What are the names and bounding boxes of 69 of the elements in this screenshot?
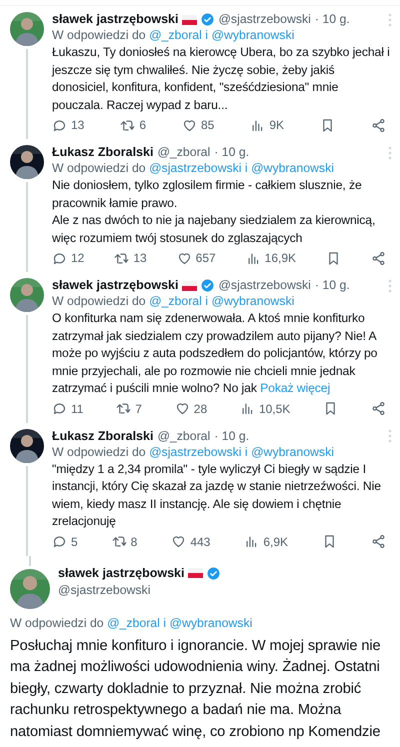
count: 12 — [71, 250, 84, 266]
reply-context: W odpowiedzi do @sjastrzebowski i @wybranowski — [52, 160, 335, 176]
count: 8 — [130, 534, 138, 550]
reply-context: W odpowiedzi do @sjastrzebowski i @wybranowski — [52, 444, 335, 460]
user-name[interactable]: sławek jastrzębowski — [58, 566, 184, 580]
count: 443 — [190, 534, 210, 550]
mention-link[interactable]: @wybranowski — [169, 616, 252, 630]
post-text: Nie doniosłem, tylko zglosilem firmie - całkiem slusznie, że pracownik łamie prawo. Ale z nas dwóch to nie ja najebany siedzialem za kierownicą, więc rozumiem twój stosunek do zglaszających — [52, 177, 376, 246]
share-icon[interactable] — [370, 401, 386, 416]
mention-link[interactable]: @_zboral — [107, 616, 160, 630]
count: 6,9K — [263, 534, 288, 550]
count: 7 — [135, 400, 142, 416]
count: 9K — [269, 117, 284, 133]
user-name[interactable]: sławek jastrzębowski — [52, 278, 178, 293]
mention-link[interactable]: @sjastrzebowski — [149, 444, 242, 458]
post-text: Łukaszu, Ty doniosłeś na kierowcę Ubera, bo za szybko jechał i jeszcze się tym chwaliłeś. Nie życzę sobie, żeby jakiś donosiciel, konfitura, konfident, "sześćdziesiona" mnie pouczala. Raczej wypad z baru... — [52, 44, 391, 114]
speech-bubble-icon[interactable] — [52, 401, 67, 416]
repost-icon[interactable] — [116, 401, 132, 416]
heart-icon[interactable] — [176, 250, 192, 266]
user-handle[interactable]: @sjastrzebowski — [218, 278, 311, 293]
count: 11 — [71, 400, 84, 416]
speech-bubble-icon[interactable] — [52, 534, 67, 549]
user-handle[interactable]: @_zboral — [157, 428, 210, 444]
bar-chart-icon[interactable] — [240, 401, 255, 416]
user-handle[interactable]: @sjastrzebowski — [58, 580, 220, 598]
count: 85 — [200, 117, 214, 133]
mention-link[interactable]: @sjastrzebowski — [149, 161, 242, 175]
post-time: · 10 g. — [314, 12, 350, 27]
post-text: O konfiturka nam się zdenerwowała. A ktoś mnie konfiturko zatrzymał jak siedzialem czy prowadzilem auto pijany? Nie! A może po wyjściu z auta podszedłem do policjantów, którzy po mnie przyjechali, ale po rozmowie nie chcieli mnie jednak zatrzymać i puścili mnie wolno? No jak Pokaż więcej — [52, 310, 378, 397]
speech-bubble-icon[interactable] — [52, 250, 67, 266]
post-time: · 10 g. — [214, 428, 250, 444]
user-name[interactable]: Łukasz Zboralski — [52, 145, 154, 160]
reply-context: W odpowiedzi do @_zboral i @wybranowski — [52, 27, 296, 43]
count: 6 — [139, 117, 146, 133]
count: 16,9K — [264, 250, 296, 266]
reply-context: W odpowiedzi do @_zboral i @wybranowski — [10, 614, 254, 630]
share-icon[interactable] — [370, 118, 386, 132]
mention-link[interactable]: @_zboral — [149, 28, 202, 42]
share-icon[interactable] — [370, 534, 386, 549]
repost-icon[interactable] — [120, 118, 136, 132]
heart-icon[interactable] — [171, 534, 186, 549]
share-icon[interactable] — [370, 250, 386, 266]
count: 5 — [71, 534, 78, 550]
mention-link[interactable]: @wybranowski — [251, 161, 334, 175]
count: 657 — [196, 250, 216, 266]
repost-icon[interactable] — [112, 534, 127, 549]
post-time: · 10 g. — [314, 278, 350, 293]
heart-icon[interactable] — [182, 118, 197, 132]
mention-link[interactable]: @_zboral — [149, 294, 202, 308]
heart-icon[interactable] — [174, 401, 190, 416]
post-time: · 10 g. — [214, 145, 250, 160]
show-more-link[interactable]: Pokaż więcej — [260, 381, 330, 395]
count: 13 — [133, 250, 147, 266]
post-text: Posłuchaj mnie konfituro i ignorancie. W mojej sprawie nie ma żadnej możliwości udowodnienia winy. Żadnej. Ostatni biegły, czwarty dokladnie to przyznał. Nie można zrobić rachunku retrospektywnego a badań nie ma. Można natomiast domniemywać winę, co zrobiono np Komendzie — [10, 636, 382, 742]
mention-link[interactable]: @wybranowski — [251, 444, 334, 458]
speech-bubble-icon[interactable] — [52, 118, 67, 132]
mention-link[interactable]: @wybranowski — [211, 294, 294, 308]
user-name[interactable]: sławek jastrzębowski — [52, 12, 178, 27]
user-name[interactable]: Łukasz Zboralski — [52, 428, 154, 444]
user-handle[interactable]: @sjastrzebowski — [218, 12, 311, 27]
post-text: "między 1 a 2,34 promila" - tyle wyliczył Ci biegły w sądzie I instancji, który Cię skazał za jazdę w stanie nietrzeźwości. Nie wiem, kiedy masz II instancję. Ale się dowiem i chętnie zrelacjonuję — [52, 460, 382, 530]
count: 10,5K — [258, 400, 290, 416]
reply-context: W odpowiedzi do @_zboral i @wybranowski — [52, 293, 296, 309]
repost-icon[interactable] — [114, 250, 130, 266]
mention-link[interactable]: @wybranowski — [211, 28, 294, 42]
user-handle[interactable]: @_zboral — [157, 145, 210, 160]
count: 13 — [71, 117, 84, 133]
bar-chart-icon[interactable] — [246, 250, 261, 266]
count: 28 — [194, 400, 208, 416]
